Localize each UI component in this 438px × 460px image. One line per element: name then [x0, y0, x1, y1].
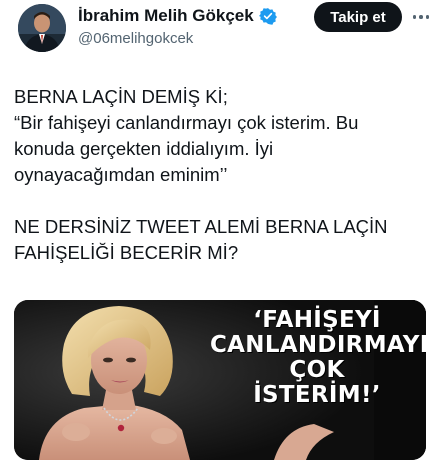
- tweet-line: konuda gerçekten iddialıyım. İyi: [14, 138, 274, 159]
- avatar-image: [18, 4, 66, 52]
- more-options-icon[interactable]: [410, 6, 432, 28]
- tweet-media[interactable]: ‘FAHİŞEYİ CANLANDIRMAYI ÇOK İSTERİM!’: [14, 300, 426, 460]
- tweet-header: İbrahim Melih Gökçek @06melihgokcek Taki…: [0, 0, 438, 60]
- tweet-line: NE DERSİNİZ TWEET ALEMİ BERNA LAÇİN: [14, 216, 388, 237]
- overlay-line: CANLANDIRMAYI: [210, 332, 426, 358]
- avatar[interactable]: [18, 4, 66, 52]
- follow-button[interactable]: Takip et: [314, 2, 402, 32]
- media-overlay-text: ‘FAHİŞEYİ CANLANDIRMAYI ÇOK İSTERİM!’: [210, 307, 426, 408]
- author-handle[interactable]: @06melihgokcek: [78, 30, 193, 47]
- overlay-line: ÇOK: [289, 357, 345, 383]
- tweet-line: “Bir fahişeyi canlandırmayı çok isterim.…: [14, 112, 359, 133]
- tweet-line: oynayacağımdan eminim’’: [14, 164, 228, 185]
- tweet-line: FAHİŞELİĞİ BECERİR Mİ?: [14, 242, 239, 263]
- overlay-line: ‘FAHİŞEYİ: [253, 307, 381, 333]
- author-display-name[interactable]: İbrahim Melih Gökçek: [78, 6, 254, 26]
- author-name-row: İbrahim Melih Gökçek: [78, 6, 277, 26]
- tweet-line: BERNA LAÇİN DEMİŞ Kİ;: [14, 86, 228, 107]
- overlay-line: İSTERİM!’: [253, 382, 381, 408]
- verified-badge-icon: [258, 7, 277, 25]
- tweet-body: BERNA LAÇİN DEMİŞ Kİ; “Bir fahişeyi canl…: [14, 84, 424, 266]
